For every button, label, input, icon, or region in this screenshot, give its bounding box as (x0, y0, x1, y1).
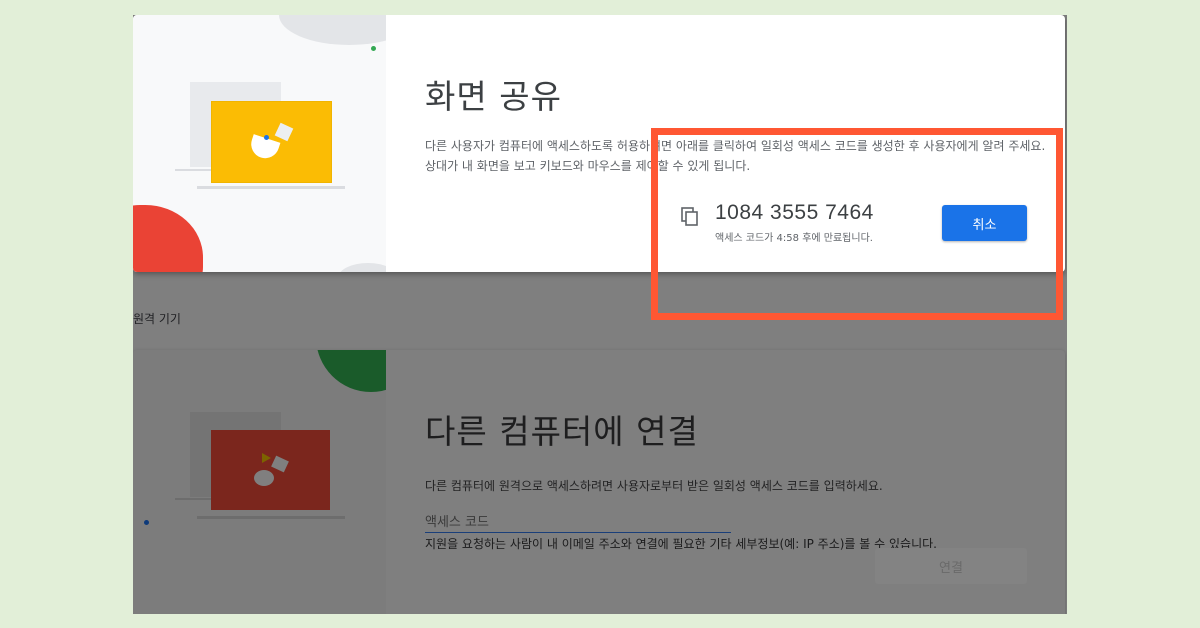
access-code-value: 1084 3555 7464 (715, 201, 874, 224)
laptop-base (197, 516, 345, 519)
connect-card: 다른 컴퓨터에 연결 다른 컴퓨터에 원격으로 액세스하려면 사용자로부터 받은… (133, 350, 1065, 614)
share-illustration (133, 15, 386, 272)
pointer-hand-icon (254, 470, 274, 486)
share-description: 다른 사용자가 컴퓨터에 액세스하도록 허용하려면 아래를 클릭하여 일회성 액… (425, 139, 1046, 173)
cursor-dot-icon (264, 135, 269, 140)
decor-blob-red (133, 205, 203, 272)
connect-illustration (133, 350, 386, 614)
connect-description: 다른 컴퓨터에 원격으로 액세스하려면 사용자로부터 받은 일회성 액세스 코드… (425, 479, 883, 493)
decor-blob-gray (279, 15, 386, 45)
decor-blob-green (316, 350, 386, 392)
pointer-arrow-icon (262, 453, 271, 463)
laptop-screen-icon (211, 430, 330, 510)
connect-button[interactable]: 연결 (875, 548, 1027, 584)
decor-blob-gray-bottom (338, 263, 386, 272)
connect-title: 다른 컴퓨터에 연결 (425, 412, 699, 451)
share-title: 화면 공유 (425, 77, 562, 116)
access-code-expiry: 액세스 코드가 4:58 후에 만료됩니다. (715, 233, 873, 244)
app-frame: 화면 공유 다른 사용자가 컴퓨터에 액세스하도록 허용하려면 아래를 클릭하여… (133, 15, 1067, 614)
laptop-shadow-line (175, 498, 215, 500)
share-screen-card: 화면 공유 다른 사용자가 컴퓨터에 액세스하도록 허용하려면 아래를 클릭하여… (133, 15, 1065, 272)
decor-dot-green (371, 46, 376, 51)
share-content: 화면 공유 다른 사용자가 컴퓨터에 액세스하도록 허용하려면 아래를 클릭하여… (425, 70, 1055, 176)
decor-dot-blue (144, 520, 149, 525)
remote-devices-heading: 원격 기기 (133, 312, 181, 326)
copy-icon[interactable] (681, 207, 699, 227)
laptop-base (197, 186, 345, 189)
cancel-button[interactable]: 취소 (942, 205, 1027, 241)
laptop-shadow-line (175, 169, 215, 171)
connect-content: 다른 컴퓨터에 연결 다른 컴퓨터에 원격으로 액세스하려면 사용자로부터 받은… (425, 405, 1045, 552)
access-code-input[interactable] (425, 512, 731, 533)
